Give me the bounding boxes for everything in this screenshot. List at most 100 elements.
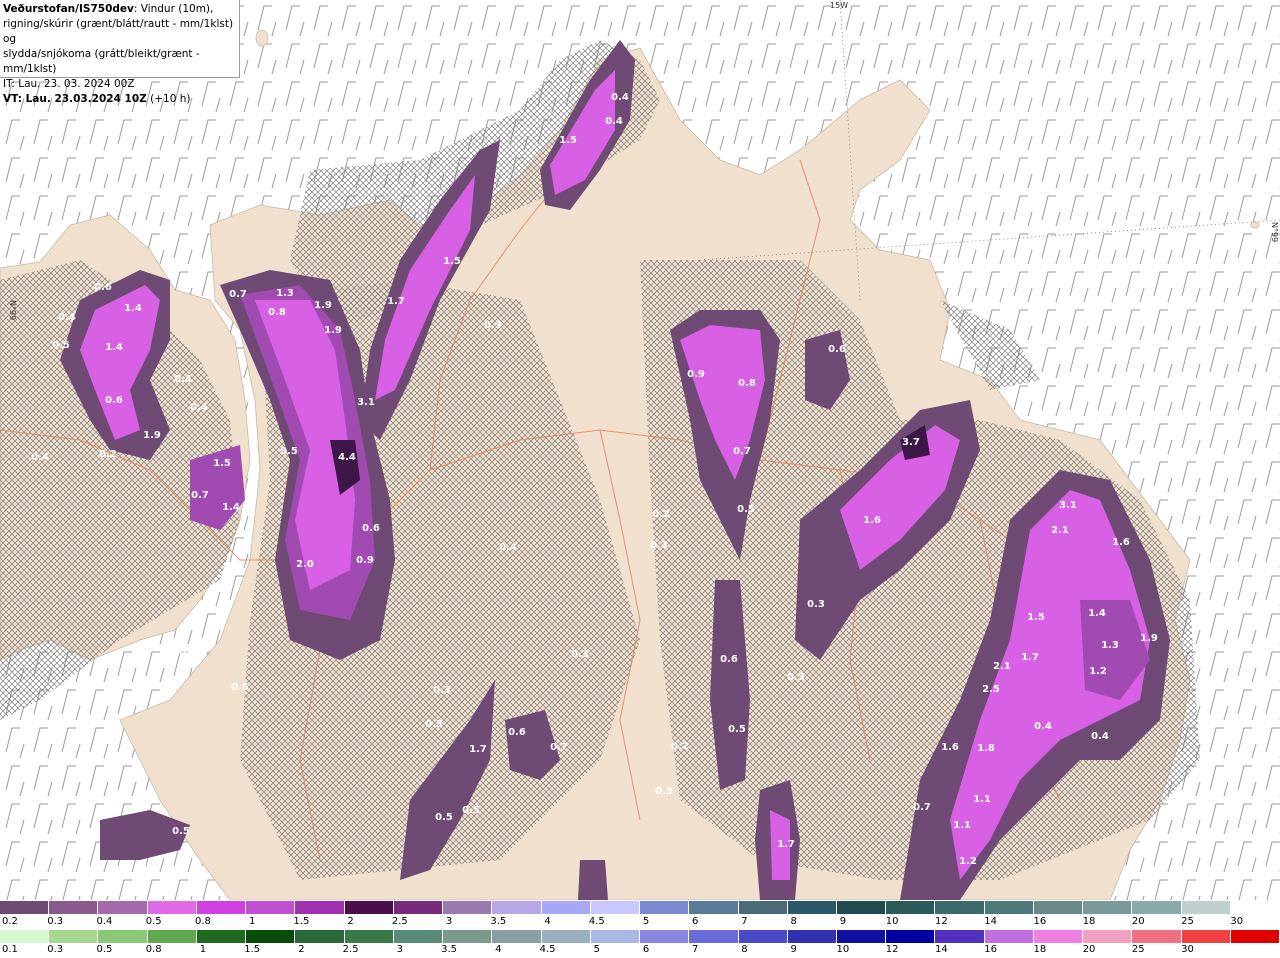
scale-label: 20 <box>1131 916 1145 927</box>
scale-swatch <box>1033 901 1084 914</box>
scale-label: 0.4 <box>96 916 113 927</box>
scale-label: 0.3 <box>47 916 64 927</box>
scale-swatch <box>295 901 345 914</box>
desc-line-2: rigning/skúrir (grænt/blátt/rautt - mm/1… <box>3 18 234 45</box>
scale-label: 8 <box>790 916 797 927</box>
scale-label: 1 <box>199 944 207 955</box>
scale-label: 9 <box>839 916 847 927</box>
precip-value-label: 1.7 <box>1021 652 1039 663</box>
precip-value-label: 0.7 <box>913 802 931 813</box>
precip-value-label: 1.9 <box>324 325 342 336</box>
scale-swatch <box>246 901 296 914</box>
precip-value-label: 1.6 <box>1112 537 1130 548</box>
scale-swatch <box>640 930 690 943</box>
precip-value-label: 0.4 <box>1034 721 1052 732</box>
scale-swatch <box>787 901 837 914</box>
rain-scale-labels: 0.1 0.3 0.5 0.8 1 1.5 2 2.5 3 3.5 4 4.5 5 6 7 8 9 10 12 14 1… <box>0 944 1280 957</box>
scale-swatch <box>1181 901 1231 914</box>
scale-label: 1.5 <box>244 944 261 955</box>
scale-swatch <box>886 901 936 914</box>
precip-value-label: 2.1 <box>1051 525 1069 536</box>
scale-label: 10 <box>885 916 899 927</box>
precip-value-label: 1.9 <box>1140 633 1158 644</box>
precip-band <box>578 860 608 900</box>
scale-swatch <box>689 930 739 943</box>
precip-value-label: 0.5 <box>52 340 70 351</box>
scale-label: 4.5 <box>588 916 605 927</box>
scale-swatch <box>295 930 345 943</box>
precip-value-label: 0.9 <box>687 369 705 380</box>
precip-value-label: 0.6 <box>105 395 123 406</box>
scale-swatch <box>1083 901 1133 914</box>
precip-value-label: 0.2 <box>99 449 117 460</box>
precip-value-label: 0.6 <box>828 344 846 355</box>
scale-label: 0.2 <box>2 916 18 927</box>
scale-label: 5 <box>642 916 650 927</box>
scale-swatch <box>541 930 591 943</box>
scale-label: 16 <box>984 944 997 955</box>
scale-swatch <box>147 930 197 943</box>
scale-swatch <box>443 930 493 943</box>
precip-value-label: 0.3 <box>179 648 197 659</box>
scale-swatch <box>640 901 690 914</box>
precip-value-label: 1.3 <box>276 288 294 299</box>
scale-label: 1.5 <box>293 916 310 927</box>
precip-value-label: 1.5 <box>1027 612 1045 623</box>
scale-swatch <box>492 930 542 943</box>
scale-swatch <box>590 930 641 943</box>
precip-value-label: 0.5 <box>231 682 249 693</box>
scale-label: 2 <box>298 944 305 955</box>
weather-map: 15W N°99 N°99 0.40.41.51.51.70.31.91.90.… <box>0 0 1280 900</box>
scale-label: 5 <box>593 944 600 955</box>
scale-swatch <box>393 901 444 914</box>
scale-swatch <box>49 930 99 943</box>
scale-label: 6 <box>692 916 699 927</box>
precip-value-label: 1.7 <box>387 296 405 307</box>
scale-swatch <box>738 901 788 914</box>
scale-label: 9 <box>790 944 797 955</box>
precip-value-label: 1.7 <box>469 744 487 755</box>
precip-value-label: 1.9 <box>314 300 332 311</box>
precip-value-label: 0.4 <box>605 116 623 127</box>
precip-value-label: 0.7 <box>191 490 209 501</box>
precip-value-label: 1.5 <box>559 135 577 146</box>
precip-value-label: 0.3 <box>571 649 589 660</box>
precip-value-label: 0.4 <box>611 92 629 103</box>
scale-label: 16 <box>1033 916 1047 927</box>
scale-label: 18 <box>1033 944 1047 955</box>
precip-value-label: 0.3 <box>807 599 825 610</box>
scale-label: 7 <box>741 916 748 927</box>
scale-label: 3.5 <box>490 916 507 927</box>
scale-swatch <box>984 930 1034 943</box>
precip-value-label: 0.5 <box>280 446 298 457</box>
scale-label: 25 <box>1131 944 1145 955</box>
snow-color-scale <box>0 901 1280 914</box>
precip-value-label: 1.4 <box>1088 608 1106 619</box>
scale-swatch <box>393 930 444 943</box>
scale-label: 8 <box>741 944 748 955</box>
precip-value-label: 1.1 <box>973 794 991 805</box>
scale-label: 3 <box>396 944 404 955</box>
scale-label: 3 <box>445 916 453 927</box>
scale-swatch <box>738 930 788 943</box>
scale-swatch <box>1033 930 1084 943</box>
scale-swatch <box>541 901 591 914</box>
precip-value-label: 1.8 <box>977 743 995 754</box>
precip-value-label: 1.5 <box>213 458 231 469</box>
precip-value-label: 0.3 <box>655 786 673 797</box>
precip-value-label: 0.5 <box>737 504 755 515</box>
precip-value-label: 3.1 <box>1059 500 1077 511</box>
valid-time: VT: Lau. 23.03.2024 10Z <box>3 93 147 105</box>
precip-value-label: 0.4 <box>1091 731 1109 742</box>
precip-value-label: 0.7 <box>550 742 568 753</box>
precip-value-label: 1.5 <box>443 256 461 267</box>
precip-value-label: 3.7 <box>902 437 920 448</box>
precip-value-label: 1.4 <box>105 342 123 353</box>
lat-label-right: N°99 <box>1270 222 1279 242</box>
scale-swatch <box>984 901 1034 914</box>
precip-value-label: 1.4 <box>124 303 142 314</box>
scale-label: 0.8 <box>145 944 162 955</box>
precip-value-label: 0.4 <box>58 312 76 323</box>
scale-label: 0.5 <box>145 916 162 927</box>
scale-label: 14 <box>935 944 948 955</box>
